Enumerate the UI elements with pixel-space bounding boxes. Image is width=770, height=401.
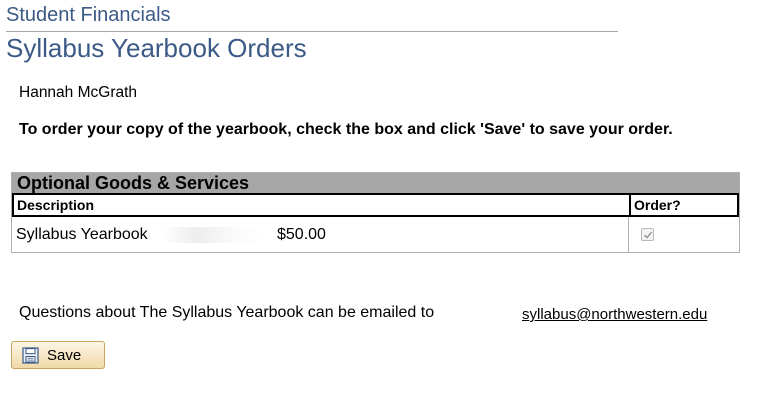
student-name: Hannah McGrath xyxy=(19,84,138,101)
column-header-row: Description Order? xyxy=(12,193,739,217)
panel-title: Optional Goods & Services xyxy=(12,173,739,193)
questions-text: Questions about The Syllabus Yearbook ca… xyxy=(19,304,435,321)
cell-divider xyxy=(628,217,629,252)
order-instructions: To order your copy of the yearbook, chec… xyxy=(19,121,673,138)
table-row: Syllabus Yearbook $50.00 xyxy=(12,217,739,252)
redacted-text xyxy=(162,227,262,243)
breadcrumb: Student Financials xyxy=(6,4,171,26)
order-checkbox[interactable] xyxy=(641,228,654,241)
header-divider xyxy=(6,31,618,32)
email-link[interactable]: syllabus@northwestern.edu xyxy=(522,306,707,323)
save-button[interactable]: Save xyxy=(11,341,105,369)
optional-goods-panel: Optional Goods & Services Description Or… xyxy=(11,172,740,253)
page-title: Syllabus Yearbook Orders xyxy=(6,33,307,63)
item-price: $50.00 xyxy=(277,226,326,243)
column-divider xyxy=(629,195,631,215)
item-description: Syllabus Yearbook xyxy=(16,226,148,243)
column-header-order: Order? xyxy=(634,197,681,213)
checkmark-icon xyxy=(643,231,653,239)
column-header-description: Description xyxy=(17,197,95,213)
save-button-label: Save xyxy=(47,347,82,364)
save-disk-icon xyxy=(22,347,39,364)
